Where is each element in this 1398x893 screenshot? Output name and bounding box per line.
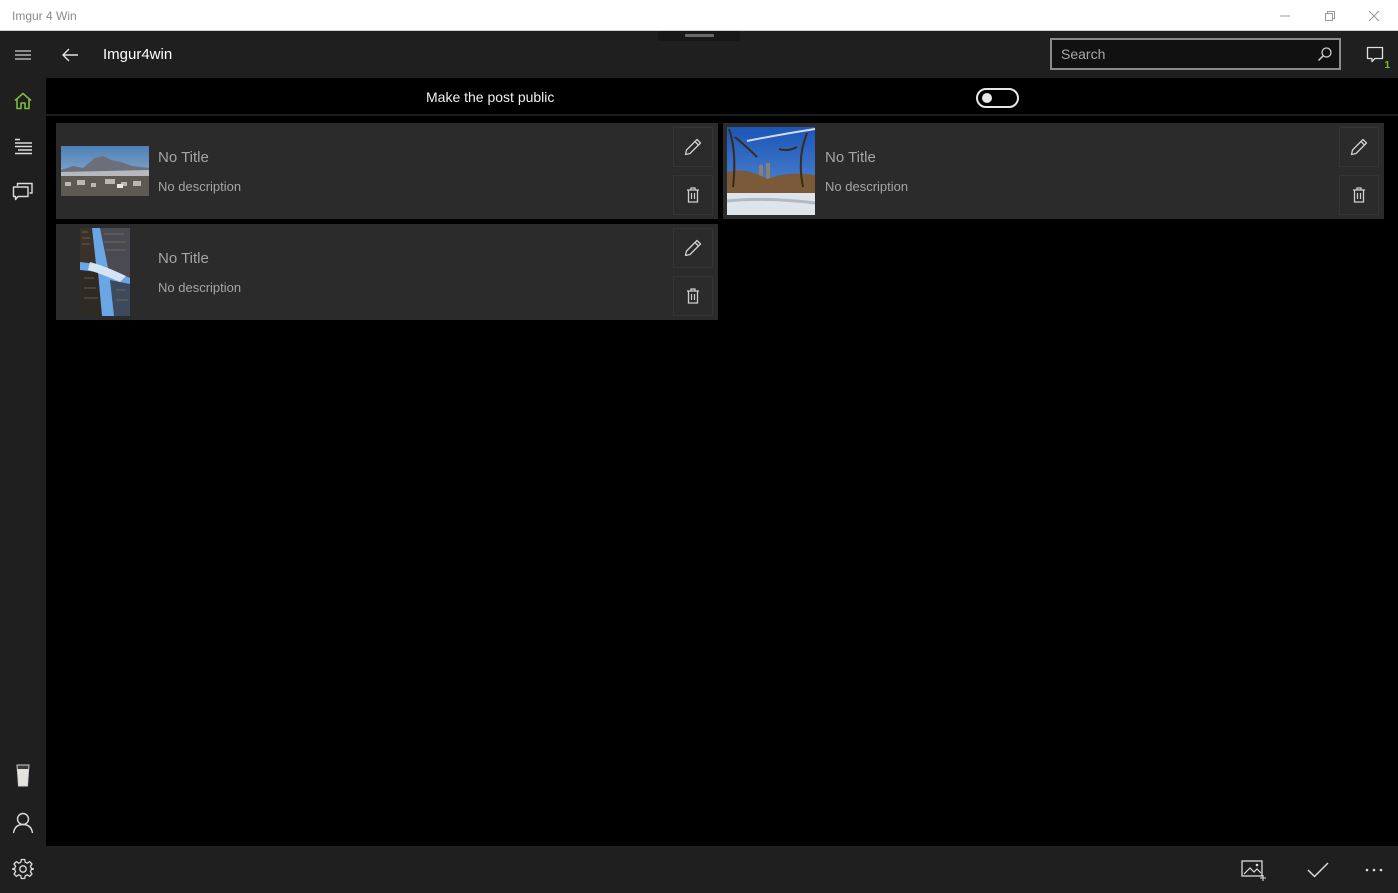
sidebar-item-home[interactable] bbox=[0, 79, 46, 123]
search-box[interactable] bbox=[1050, 38, 1341, 70]
minimize-icon bbox=[1280, 15, 1290, 16]
image-card: No Title No description bbox=[56, 224, 718, 320]
image-card: No Title No description bbox=[723, 123, 1384, 219]
add-image-button[interactable] bbox=[1232, 846, 1276, 893]
minimize-button[interactable] bbox=[1263, 0, 1307, 31]
image-description[interactable]: No description bbox=[158, 280, 241, 295]
image-thumbnail[interactable] bbox=[727, 123, 815, 219]
image-title[interactable]: No Title bbox=[158, 250, 209, 267]
window-title: Imgur 4 Win bbox=[12, 9, 77, 23]
confirm-button[interactable] bbox=[1296, 846, 1340, 893]
pencil-icon bbox=[684, 239, 702, 257]
delete-button[interactable] bbox=[673, 175, 713, 215]
command-bar bbox=[46, 846, 1398, 893]
app-name: Imgur4win bbox=[103, 46, 173, 63]
public-label: Make the post public bbox=[426, 89, 555, 105]
home-icon bbox=[14, 92, 32, 110]
sidebar-item-glass[interactable] bbox=[0, 754, 46, 798]
add-image-icon bbox=[1241, 859, 1266, 881]
public-toggle[interactable] bbox=[976, 88, 1019, 108]
sidebar-item-settings[interactable] bbox=[0, 847, 46, 891]
pencil-icon bbox=[1350, 138, 1368, 156]
mountain-town-thumbnail bbox=[61, 146, 149, 196]
image-title[interactable]: No Title bbox=[158, 149, 209, 166]
window-titlebar: Imgur 4 Win bbox=[0, 0, 1398, 31]
messages-icon bbox=[12, 182, 33, 201]
search-icon[interactable] bbox=[1317, 46, 1333, 62]
close-icon bbox=[1368, 10, 1380, 21]
pencil-icon bbox=[684, 138, 702, 156]
more-icon bbox=[1365, 868, 1383, 871]
restore-button[interactable] bbox=[1308, 0, 1352, 31]
restore-icon bbox=[1325, 10, 1335, 21]
message-icon bbox=[1366, 46, 1384, 63]
hamburger-button[interactable] bbox=[0, 31, 46, 78]
trash-icon bbox=[1353, 187, 1365, 203]
trash-icon bbox=[687, 187, 699, 203]
drag-handle[interactable] bbox=[658, 31, 740, 41]
sidebar-item-list[interactable] bbox=[0, 125, 46, 169]
list-icon bbox=[15, 138, 32, 155]
gear-icon bbox=[12, 858, 34, 880]
image-description[interactable]: No description bbox=[825, 179, 908, 194]
edit-button[interactable] bbox=[1339, 127, 1379, 167]
sidebar-item-account[interactable] bbox=[0, 801, 46, 845]
public-setting-row: Make the post public bbox=[46, 78, 1398, 116]
hamburger-icon bbox=[15, 49, 31, 60]
winter-park-thumbnail bbox=[727, 127, 815, 215]
trash-icon bbox=[687, 288, 699, 304]
toggle-knob bbox=[982, 93, 992, 103]
back-arrow-icon bbox=[62, 48, 78, 61]
sidebar bbox=[0, 78, 46, 893]
checkmark-icon bbox=[1307, 861, 1329, 878]
back-button[interactable] bbox=[52, 31, 88, 78]
upload-content: Make the post public No Title No descrip… bbox=[46, 78, 1398, 846]
search-input[interactable] bbox=[1052, 40, 1312, 68]
close-button[interactable] bbox=[1352, 0, 1396, 31]
delete-button[interactable] bbox=[1339, 175, 1379, 215]
image-thumbnail[interactable] bbox=[80, 224, 130, 320]
glass-icon bbox=[16, 764, 30, 787]
notification-count: 1 bbox=[1384, 60, 1390, 71]
edit-button[interactable] bbox=[673, 228, 713, 268]
skyscrapers-thumbnail bbox=[80, 228, 130, 316]
app-bar: Imgur4win 1 bbox=[0, 31, 1398, 78]
delete-button[interactable] bbox=[673, 276, 713, 316]
image-card: No Title No description bbox=[56, 123, 718, 219]
notifications-button[interactable]: 1 bbox=[1356, 39, 1394, 71]
image-thumbnail[interactable] bbox=[61, 123, 149, 219]
sidebar-item-messages[interactable] bbox=[0, 170, 46, 214]
person-icon bbox=[12, 812, 34, 834]
image-description[interactable]: No description bbox=[158, 179, 241, 194]
edit-button[interactable] bbox=[673, 127, 713, 167]
more-button[interactable] bbox=[1352, 846, 1396, 893]
image-title[interactable]: No Title bbox=[825, 149, 876, 166]
